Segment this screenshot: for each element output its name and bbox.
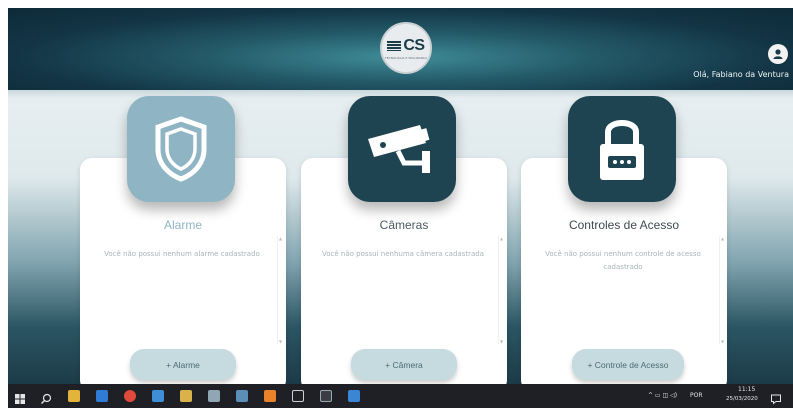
clock-date[interactable]: 25/03/2020 <box>726 396 758 402</box>
card-title-cameras: Câmeras <box>379 218 429 232</box>
user-app-icon[interactable] <box>208 390 220 402</box>
empty-message-alarme: Você não possui nenhum alarme cadastrado <box>104 250 260 258</box>
store-icon[interactable] <box>348 390 360 402</box>
app-window: CS TECNOLOGIA E SEGURANÇA Olá, Fabiano d… <box>8 8 793 384</box>
empty-message-cameras: Você não possui nenhuma câmera cadastrad… <box>322 250 484 258</box>
add-controle-acesso-button[interactable]: + Controle de Acesso <box>572 349 684 380</box>
user-greeting[interactable]: Olá, Fabiano da Ventura <box>693 70 789 79</box>
empty-message-controles-acesso: Você não possui nenhum controle de acess… <box>545 250 701 271</box>
card-title-alarme: Alarme <box>163 218 202 232</box>
shield-icon <box>127 96 235 202</box>
scrollbar-controles-acesso[interactable]: ▲ ▼ <box>719 236 725 344</box>
start-icon[interactable] <box>14 390 26 404</box>
taskbar: ^ ▭ ◫ ◁) POR 11:15 25/03/2020 <box>8 384 793 408</box>
notifications-icon[interactable] <box>770 390 782 405</box>
search-icon[interactable] <box>40 390 52 404</box>
tablet-icon[interactable] <box>292 390 304 402</box>
add-camera-button[interactable]: + Câmera <box>351 349 457 380</box>
chrome-icon[interactable] <box>124 390 136 402</box>
network-app-icon[interactable] <box>152 390 164 402</box>
logo-stripes-icon <box>387 40 402 51</box>
tray-icons[interactable]: ^ ▭ ◫ ◁) <box>648 392 677 399</box>
vlc-icon[interactable] <box>264 390 276 402</box>
file-explorer-icon[interactable] <box>68 390 80 402</box>
top-bar: CS TECNOLOGIA E SEGURANÇA Olá, Fabiano d… <box>8 8 793 90</box>
screen: CS TECNOLOGIA E SEGURANÇA Olá, Fabiano d… <box>0 0 793 408</box>
terminal-icon[interactable] <box>320 390 332 402</box>
window-app-icon[interactable] <box>236 390 248 402</box>
add-alarme-button[interactable]: + Alarme <box>130 349 236 380</box>
app-icon[interactable] <box>180 390 192 402</box>
logo-subtext: TECNOLOGIA E SEGURANÇA <box>384 55 428 60</box>
padlock-icon <box>568 96 676 202</box>
card-title-controles-acesso: Controles de Acesso <box>568 218 680 232</box>
scrollbar-alarme[interactable]: ▲ ▼ <box>277 236 283 344</box>
logo-text: CS <box>403 36 425 54</box>
user-avatar-icon[interactable] <box>768 44 788 64</box>
browser-icon[interactable] <box>96 390 108 402</box>
language-indicator[interactable]: POR <box>690 392 703 399</box>
company-logo[interactable]: CS TECNOLOGIA E SEGURANÇA <box>380 22 432 74</box>
scrollbar-cameras[interactable]: ▲ ▼ <box>498 236 504 344</box>
security-camera-icon <box>348 96 456 202</box>
clock-time[interactable]: 11:15 <box>738 386 755 393</box>
